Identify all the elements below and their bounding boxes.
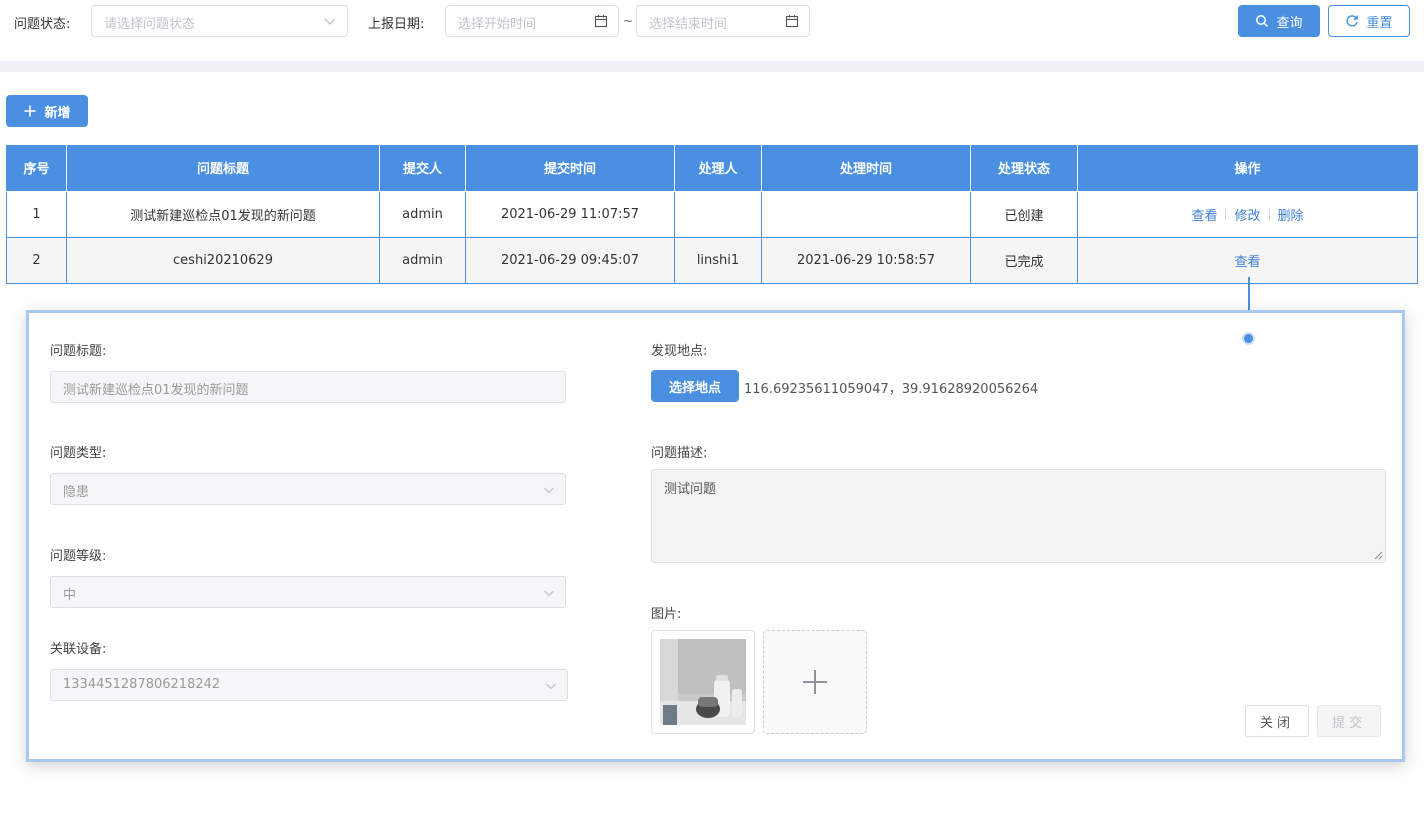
submit-button-label: 提交 xyxy=(1331,715,1366,731)
column-header-handle-time: 处理时间 xyxy=(761,145,971,192)
date-range-separator: ~ xyxy=(623,14,634,28)
device-field-label: 关联设备: xyxy=(50,642,107,657)
uploaded-photo xyxy=(660,639,746,725)
plus-icon xyxy=(24,105,36,117)
cell-title: ceshi20210629 xyxy=(66,236,380,284)
column-header-submitter: 提交人 xyxy=(379,145,466,192)
end-date-placeholder: 选择结束时间 xyxy=(649,17,728,32)
column-header-handler: 处理人 xyxy=(674,145,762,192)
table-header-row: 序号 问题标题 提交人 提交时间 处理人 处理时间 处理状态 操作 xyxy=(6,145,1418,192)
type-select[interactable]: 隐患 xyxy=(50,473,566,505)
submit-button[interactable]: 提交 xyxy=(1317,705,1381,737)
cell-index: 2 xyxy=(6,236,67,284)
table-row: 2 ceshi20210629 admin 2021-06-29 09:45:0… xyxy=(6,236,1418,284)
delete-link[interactable]: 删除 xyxy=(1278,205,1304,224)
status-filter-label: 问题状态: xyxy=(14,17,71,32)
close-button-label: 关闭 xyxy=(1259,715,1294,731)
chevron-down-icon xyxy=(546,683,556,690)
start-date-placeholder: 选择开始时间 xyxy=(458,17,537,32)
start-date-input[interactable]: 选择开始时间 xyxy=(445,5,619,37)
location-field-label: 发现地点: xyxy=(651,344,708,359)
resize-handle-icon[interactable] xyxy=(1374,551,1383,560)
device-select-value: 1334451287806218242 xyxy=(63,677,221,692)
cell-submit-time: 2021-06-29 09:45:07 xyxy=(465,236,675,284)
location-coordinates: 116.69235611059047，39.91628920056264 xyxy=(744,382,1039,397)
image-thumbnail[interactable] xyxy=(651,630,755,734)
issue-table: 序号 问题标题 提交人 提交时间 处理人 处理时间 处理状态 操作 1 测试新建… xyxy=(6,145,1418,284)
type-select-value: 隐患 xyxy=(63,485,90,500)
select-location-button-label: 选择地点 xyxy=(668,380,721,396)
table-row: 1 测试新建巡检点01发现的新问题 admin 2021-06-29 11:07… xyxy=(6,190,1418,238)
column-header-title: 问题标题 xyxy=(66,145,380,192)
column-header-submit-time: 提交时间 xyxy=(465,145,675,192)
query-button[interactable]: 查询 xyxy=(1238,5,1320,37)
cell-handler xyxy=(674,190,762,238)
cell-submitter: admin xyxy=(379,190,466,238)
chevron-down-icon xyxy=(544,590,554,597)
cell-submitter: admin xyxy=(379,236,466,284)
image-field-label: 图片: xyxy=(651,607,682,622)
callout-anchor-dot xyxy=(1242,332,1255,345)
cell-handle-time: 2021-06-29 10:58:57 xyxy=(761,236,971,284)
column-header-actions: 操作 xyxy=(1077,145,1418,192)
plus-icon xyxy=(803,670,827,694)
cell-actions: 查看 修改 删除 xyxy=(1077,190,1418,238)
chevron-down-icon xyxy=(324,18,336,25)
description-textarea[interactable]: 测试问题 xyxy=(651,469,1386,563)
section-divider xyxy=(0,61,1424,72)
cell-status: 已创建 xyxy=(970,190,1078,238)
cell-title: 测试新建巡检点01发现的新问题 xyxy=(66,190,380,238)
device-select[interactable]: 1334451287806218242 xyxy=(50,669,568,701)
action-separator xyxy=(1225,208,1227,220)
view-link[interactable]: 查看 xyxy=(1234,251,1260,270)
status-select-placeholder: 请选择问题状态 xyxy=(104,17,196,32)
calendar-icon xyxy=(594,15,608,28)
action-separator xyxy=(1268,208,1270,220)
title-input-value: 测试新建巡检点01发现的新问题 xyxy=(63,383,249,398)
reset-button-label: 重置 xyxy=(1366,15,1393,31)
chevron-down-icon xyxy=(544,487,554,494)
level-field-label: 问题等级: xyxy=(50,549,107,564)
type-field-label: 问题类型: xyxy=(50,446,107,461)
cell-handler: linshi1 xyxy=(674,236,762,284)
column-header-index: 序号 xyxy=(6,145,67,192)
title-input[interactable]: 测试新建巡检点01发现的新问题 xyxy=(50,371,566,403)
calendar-icon xyxy=(785,15,799,28)
close-button[interactable]: 关闭 xyxy=(1245,705,1309,737)
edit-link[interactable]: 修改 xyxy=(1234,205,1260,224)
search-icon xyxy=(1256,15,1269,28)
level-select[interactable]: 中 xyxy=(50,576,566,608)
view-link[interactable]: 查看 xyxy=(1191,205,1217,224)
column-header-status: 处理状态 xyxy=(970,145,1078,192)
cell-index: 1 xyxy=(6,190,67,238)
reset-button[interactable]: 重置 xyxy=(1328,5,1410,37)
refresh-icon xyxy=(1346,15,1359,27)
image-upload-button[interactable] xyxy=(763,630,867,734)
query-button-label: 查询 xyxy=(1276,15,1303,31)
title-field-label: 问题标题: xyxy=(50,344,107,359)
description-value: 测试问题 xyxy=(664,482,717,497)
add-button[interactable]: 新增 xyxy=(6,95,88,127)
level-select-value: 中 xyxy=(63,588,77,603)
filter-bar: 问题状态: 请选择问题状态 上报日期: 选择开始时间 ~ 选择结束时间 查询 重… xyxy=(0,0,1424,62)
issue-detail-form: 问题标题: 测试新建巡检点01发现的新问题 问题类型: 隐患 问题等级: 中 关… xyxy=(26,310,1405,762)
cell-status: 已完成 xyxy=(970,236,1078,284)
date-filter-label: 上报日期: xyxy=(368,17,425,32)
cell-handle-time xyxy=(761,190,971,238)
status-select[interactable]: 请选择问题状态 xyxy=(91,5,348,37)
cell-submit-time: 2021-06-29 11:07:57 xyxy=(465,190,675,238)
add-button-label: 新增 xyxy=(44,105,71,121)
end-date-input[interactable]: 选择结束时间 xyxy=(636,5,810,37)
select-location-button[interactable]: 选择地点 xyxy=(651,370,739,402)
description-field-label: 问题描述: xyxy=(651,446,708,461)
